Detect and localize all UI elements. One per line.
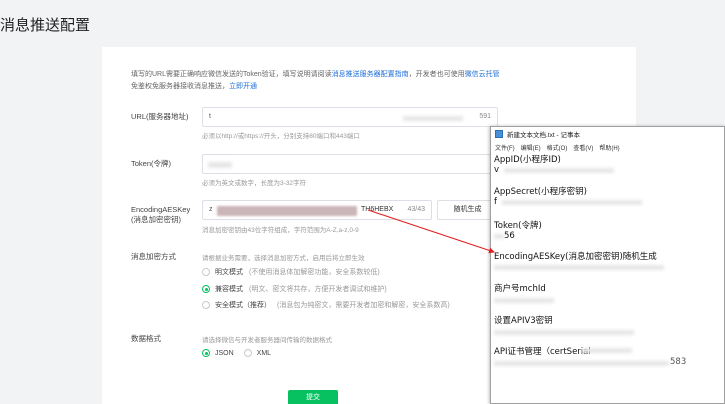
token-hint: 必须为英文或数字，长度为3-32字符 xyxy=(202,180,307,187)
menu-format[interactable]: 格式(O) xyxy=(547,143,568,152)
radio-selected-icon xyxy=(202,285,210,293)
random-generate-button[interactable]: 随机生成 xyxy=(437,200,498,220)
notepad-line: v xyxy=(494,165,500,175)
notepad-line: 商户号mchId xyxy=(494,284,546,294)
menu-help[interactable]: 帮助(H) xyxy=(599,143,619,152)
notepad-text-area[interactable]: AppID(小程序ID) v AppSecret(小程序密钥) f Token(… xyxy=(494,153,724,403)
encrypt-option-compatible[interactable]: 兼容模式 (明文、密文将共存，方便开发者调试和维护) xyxy=(202,284,387,294)
redaction xyxy=(494,298,554,303)
option-label: 安全模式（推荐） xyxy=(215,302,271,309)
notepad-menubar: 文件(F) 编辑(E) 格式(O) 查看(V) 帮助(H) xyxy=(491,141,724,153)
aes-hint: 消息加密密钥由43位字符组成，字符范围为A-Z,a-z,0-9 xyxy=(202,227,359,234)
url-tail: 591 xyxy=(479,113,491,120)
radio-icon[interactable] xyxy=(243,349,252,357)
redaction xyxy=(494,265,664,270)
data-format-options: JSON XML xyxy=(202,349,271,357)
description: 填写的URL需要正确响应微信发送的Token验证，填写说明请阅读消息推送服务器配… xyxy=(131,69,501,93)
redaction xyxy=(494,234,504,239)
redaction xyxy=(502,200,642,205)
option-sub: (消息包为纯密文，需要开发者加密和解密，安全系数高) xyxy=(277,302,450,309)
notepad-line: AppSecret(小程序密钥) xyxy=(494,187,587,197)
option-sub: (不使用消息体加解密功能，安全系数较低) xyxy=(249,269,380,276)
aes-input[interactable]: z TH6HEBX 43/43 xyxy=(202,200,432,220)
notepad-line: 583 xyxy=(670,357,687,367)
notepad-title: 新建文本文档.txt - 记事本 xyxy=(507,132,580,139)
cloud-hosting-link[interactable]: 微信云托管 xyxy=(465,71,500,78)
notepad-line: AppID(小程序ID) xyxy=(494,155,561,165)
guide-link[interactable]: 消息推送服务器配置指南 xyxy=(332,71,409,78)
encrypt-option-secure[interactable]: 安全模式（推荐） (消息包为纯密文，需要开发者加密和解密，安全系数高) xyxy=(202,300,450,310)
menu-edit[interactable]: 编辑(E) xyxy=(521,143,541,152)
url-redaction xyxy=(403,116,463,121)
option-label: 兼容模式 xyxy=(215,286,243,293)
token-redaction xyxy=(208,162,232,168)
notepad-line: 设置APIV3密钥 xyxy=(494,316,553,326)
menu-file[interactable]: 文件(F) xyxy=(495,143,515,152)
aes-counter: 43/43 xyxy=(407,206,425,213)
token-label: Token(令牌) xyxy=(131,159,172,168)
menu-view[interactable]: 查看(V) xyxy=(573,143,593,152)
aes-redaction xyxy=(217,206,357,216)
token-input[interactable] xyxy=(202,154,498,174)
data-format-hint: 请选择微信与开发者服务器间传输的数据格式 xyxy=(202,337,332,344)
radio-selected-icon[interactable] xyxy=(202,349,210,357)
notepad-titlebar[interactable]: 新建文本文档.txt - 记事本 xyxy=(491,127,724,141)
redaction xyxy=(504,168,614,173)
aes-value-prefix: z xyxy=(209,206,213,213)
open-now-link[interactable]: 立即开通 xyxy=(229,83,257,90)
submit-button[interactable]: 提交 xyxy=(288,390,338,404)
redaction xyxy=(494,330,634,335)
redaction xyxy=(582,348,632,353)
option-sub: (明文、密文将共存，方便开发者调试和维护) xyxy=(249,286,387,293)
notepad-line: f xyxy=(494,197,497,207)
aes-label-sub: (消息加密密钥) xyxy=(131,215,181,224)
url-label: URL(服务器地址) xyxy=(131,112,189,121)
notepad-icon xyxy=(495,130,503,138)
notepad-line: Token(令牌) xyxy=(494,221,542,231)
description-text: ，开发者也可使用 xyxy=(408,71,465,78)
url-value: t xyxy=(209,113,211,120)
description-text: 免鉴权免服务器接收消息推送， xyxy=(131,83,229,90)
notepad-line: EncodingAESKey(消息加密密钥)随机生成 xyxy=(494,252,657,262)
notepad-line: API证书管理（certSerial xyxy=(494,347,591,357)
url-hint: 必须以http://或https://开头，分别支持80端口和443端口 xyxy=(202,133,360,140)
encrypt-label: 消息加密方式 xyxy=(131,252,176,261)
aes-label-main: EncodingAESKey xyxy=(131,205,191,214)
option-label: 明文模式 xyxy=(215,269,243,276)
aes-label: EncodingAESKey (消息加密密钥) xyxy=(131,205,190,225)
format-xml[interactable]: XML xyxy=(257,350,271,357)
radio-icon xyxy=(202,268,210,276)
notepad-line: 56 xyxy=(504,231,515,241)
aes-value-tail: TH6HEBX xyxy=(361,206,394,213)
encrypt-option-plain[interactable]: 明文模式 (不使用消息体加解密功能，安全系数较低) xyxy=(202,267,380,277)
radio-icon xyxy=(202,301,210,309)
description-text: 填写的URL需要正确响应微信发送的Token验证，填写说明请阅读 xyxy=(131,71,332,78)
redaction xyxy=(494,361,669,366)
notepad-window[interactable]: 新建文本文档.txt - 记事本 文件(F) 编辑(E) 格式(O) 查看(V)… xyxy=(490,126,725,404)
encrypt-hint: 请根据业务需要，选择消息加密方式，启用后将立即生效 xyxy=(202,255,365,262)
data-format-label: 数据格式 xyxy=(131,334,161,343)
format-json[interactable]: JSON xyxy=(215,350,234,357)
page-title: 消息推送配置 xyxy=(0,17,91,34)
url-input[interactable]: t 591 xyxy=(202,107,498,127)
